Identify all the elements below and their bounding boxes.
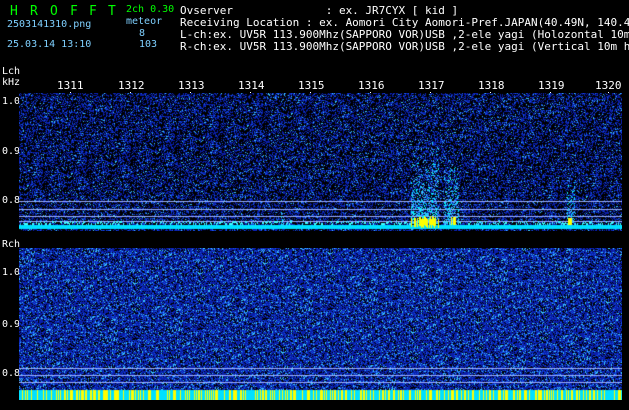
event-label: meteor bbox=[126, 16, 163, 27]
rch-tick-1-0: 1.0 bbox=[2, 267, 21, 278]
logo-letter: T bbox=[108, 4, 116, 19]
minute-tick-label: 1312 bbox=[118, 79, 145, 92]
minute-tick-label: 1311 bbox=[57, 79, 84, 92]
rch-label: Rch bbox=[2, 239, 21, 250]
rch-tick-0-8: 0.8 bbox=[2, 368, 21, 379]
minute-tick-label: 1315 bbox=[298, 79, 325, 92]
logo-letter: H bbox=[10, 4, 18, 19]
logo-letter: R bbox=[30, 4, 38, 19]
logo-letter: F bbox=[70, 4, 78, 19]
lch-config-line: L-ch:ex. UV5R 113.900Mhz(SAPPORO VOR)USB… bbox=[180, 28, 629, 41]
filename-label: 2503141310.png bbox=[7, 19, 92, 30]
minute-tick-label: 1316 bbox=[358, 79, 385, 92]
minute-tick-label: 1314 bbox=[238, 79, 265, 92]
rch-tick-0-9: 0.9 bbox=[2, 319, 21, 330]
lch-tick-1-0: 1.0 bbox=[2, 96, 21, 107]
datetime-label: 25.03.14 13:10 bbox=[7, 39, 92, 50]
khz-unit-label: kHz bbox=[2, 77, 21, 88]
lch-tick-0-8: 0.8 bbox=[2, 195, 21, 206]
rch-config-line: R-ch:ex. UV5R 113.900Mhz(SAPPORO VOR)USB… bbox=[180, 40, 629, 53]
lch-tick-0-9: 0.9 bbox=[2, 146, 21, 157]
logo-letter: O bbox=[50, 4, 58, 19]
lch-spectrogram bbox=[19, 93, 622, 231]
observer-line: Ovserver : ex. JR7CYX [ kid ] bbox=[180, 4, 459, 17]
hrofft-window: H R O F F T 2ch 0.30 2503141310.png mete… bbox=[0, 0, 629, 410]
location-line: Receiving Location : ex. Aomori City Aom… bbox=[180, 16, 629, 29]
lch-label: Lch bbox=[2, 66, 21, 77]
rch-spectrogram bbox=[19, 248, 622, 400]
minute-tick-label: 1317 bbox=[418, 79, 445, 92]
logo-letter: F bbox=[89, 4, 97, 19]
minute-tick-label: 1320 bbox=[595, 79, 622, 92]
minute-tick-label: 1313 bbox=[178, 79, 205, 92]
event-count-lch: 8 bbox=[139, 28, 146, 39]
minute-tick-label: 1318 bbox=[478, 79, 505, 92]
event-count-rch: 103 bbox=[139, 39, 158, 50]
version-label: 2ch 0.30 bbox=[126, 4, 175, 15]
minute-tick-label: 1319 bbox=[538, 79, 565, 92]
